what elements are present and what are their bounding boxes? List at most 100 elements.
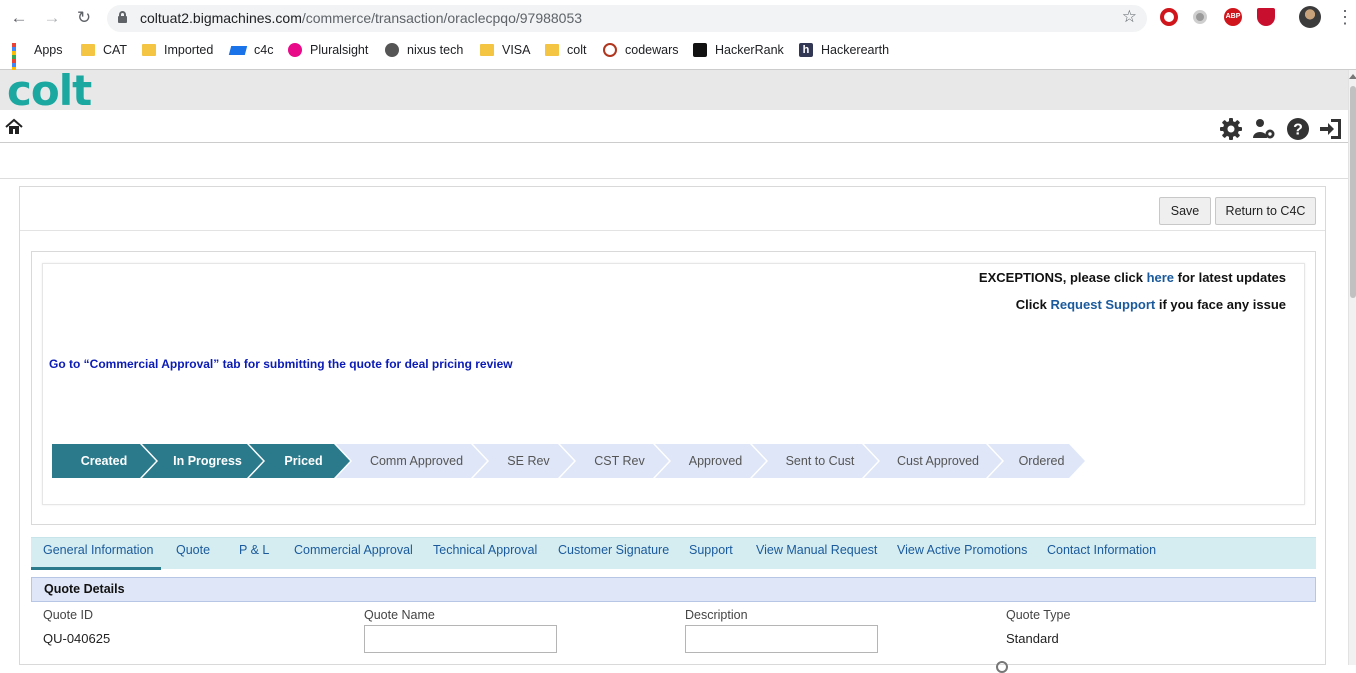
reload-icon[interactable]: ↻ bbox=[73, 7, 95, 29]
adblock-plus-icon[interactable]: ABP bbox=[1224, 8, 1242, 26]
bookmark-label: Imported bbox=[164, 43, 214, 57]
address-bar[interactable]: coltuat2.bigmachines.com/commerce/transa… bbox=[107, 5, 1147, 32]
step-cst-rev: CST Rev bbox=[560, 444, 669, 478]
codewars-icon bbox=[603, 43, 617, 57]
back-arrow-icon[interactable]: ← bbox=[8, 7, 30, 29]
divider bbox=[0, 178, 1348, 179]
quote-name-input[interactable] bbox=[364, 625, 557, 653]
pluralsight-icon bbox=[288, 43, 302, 57]
bookmark-hackerearth[interactable]: h Hackerearth bbox=[799, 41, 889, 59]
notice-container: EXCEPTIONS, please click here for latest… bbox=[31, 251, 1316, 525]
svg-text:?: ? bbox=[1293, 122, 1303, 139]
tab-view-manual-request[interactable]: View Manual Request bbox=[756, 538, 877, 570]
step-in-progress: In Progress bbox=[142, 444, 263, 478]
sap-icon bbox=[228, 45, 248, 55]
bookmark-label: nixus tech bbox=[407, 43, 464, 57]
quote-details-header: Quote Details bbox=[31, 577, 1316, 602]
browser-chrome: ← → ↻ coltuat2.bigmachines.com/commerce/… bbox=[0, 0, 1356, 79]
home-icon[interactable] bbox=[5, 118, 23, 136]
bookmark-codewars[interactable]: codewars bbox=[603, 41, 679, 59]
tab-support[interactable]: Support bbox=[689, 538, 733, 570]
description-label: Description bbox=[685, 608, 748, 622]
bookmark-star-icon[interactable]: ☆ bbox=[1122, 7, 1137, 27]
quote-id-value: QU-040625 bbox=[43, 631, 111, 646]
step-approved: Approved bbox=[655, 444, 766, 478]
step-sent-to-cust: Sent to Cust bbox=[752, 444, 878, 478]
tab-view-active-promotions[interactable]: View Active Promotions bbox=[897, 538, 1027, 570]
tab-customer-signature[interactable]: Customer Signature bbox=[558, 538, 669, 570]
quote-id-label: Quote ID bbox=[43, 608, 94, 622]
page-scrollbar[interactable] bbox=[1348, 70, 1356, 665]
bookmark-hackerrank[interactable]: HackerRank bbox=[693, 41, 784, 59]
tab-general-information[interactable]: General Information bbox=[31, 538, 161, 570]
quote-type-value: Standard bbox=[1006, 631, 1059, 646]
step-cust-approved: Cust Approved bbox=[864, 444, 1002, 478]
tab-commercial-approval[interactable]: Commercial Approval bbox=[294, 538, 413, 570]
quote-type-label: Quote Type bbox=[1006, 608, 1071, 622]
folder-icon bbox=[545, 44, 559, 56]
bookmark-label: Hackerearth bbox=[821, 43, 890, 57]
apps-grid-icon bbox=[12, 43, 26, 79]
notice-box: EXCEPTIONS, please click here for latest… bbox=[42, 263, 1305, 505]
bookmark-visa[interactable]: VISA bbox=[480, 41, 531, 59]
exceptions-here-link[interactable]: here bbox=[1147, 270, 1174, 285]
bookmark-cat[interactable]: CAT bbox=[81, 41, 127, 59]
tab-p-and-l[interactable]: P & L bbox=[239, 538, 269, 570]
bookmark-colt[interactable]: colt bbox=[545, 41, 586, 59]
return-to-c4c-button[interactable]: Return to C4C bbox=[1215, 197, 1316, 225]
folder-icon bbox=[81, 44, 95, 56]
avatar[interactable] bbox=[1299, 6, 1321, 28]
bookmark-label: colt bbox=[567, 43, 587, 57]
scrollbar-thumb[interactable] bbox=[1350, 86, 1356, 298]
help-icon[interactable]: ? bbox=[1286, 117, 1310, 141]
bookmarks-bar: Apps CAT Imported c4c Pluralsight nixus … bbox=[0, 38, 1356, 79]
tab-technical-approval[interactable]: Technical Approval bbox=[433, 538, 537, 570]
scroll-up-icon[interactable] bbox=[1349, 74, 1356, 79]
colt-logo[interactable]: colt bbox=[7, 66, 92, 115]
step-created: Created bbox=[52, 444, 156, 478]
globe-icon bbox=[385, 43, 399, 57]
bookmark-label: CAT bbox=[103, 43, 128, 57]
tab-quote[interactable]: Quote bbox=[176, 538, 210, 570]
url-path: /commerce/transaction/oraclecpqo/9798805… bbox=[301, 10, 583, 26]
progress-steps: Created In Progress Priced Comm Approved… bbox=[52, 444, 1152, 478]
save-button[interactable]: Save bbox=[1159, 197, 1211, 225]
bookmark-label: c4c bbox=[254, 43, 274, 57]
url-host: coltuat2.bigmachines.com bbox=[140, 10, 302, 26]
bookmark-c4c[interactable]: c4c bbox=[228, 41, 274, 59]
step-priced: Priced bbox=[249, 444, 350, 478]
exceptions-suffix-text: for latest updates bbox=[1174, 270, 1286, 285]
transaction-panel: Save Return to C4C EXCEPTIONS, please cl… bbox=[19, 186, 1326, 673]
settings-icon[interactable] bbox=[1219, 117, 1243, 141]
bookmark-label: codewars bbox=[625, 43, 679, 57]
url-text: coltuat2.bigmachines.com/commerce/transa… bbox=[140, 10, 582, 26]
bookmark-apps[interactable]: Apps bbox=[12, 41, 63, 79]
quote-name-label: Quote Name bbox=[364, 608, 435, 622]
bookmark-label: VISA bbox=[502, 43, 531, 57]
exceptions-text: EXCEPTIONS, please click bbox=[978, 270, 1147, 285]
loading-spinner-icon bbox=[996, 661, 1008, 673]
folder-icon bbox=[480, 44, 494, 56]
opera-icon[interactable] bbox=[1160, 8, 1178, 26]
browser-menu-icon[interactable]: ⋮ bbox=[1336, 7, 1354, 27]
user-settings-icon[interactable] bbox=[1252, 117, 1276, 141]
app-toolbar: ? bbox=[0, 110, 1348, 143]
request-support-link[interactable]: Request Support bbox=[1050, 297, 1155, 312]
bookmark-nixus-tech[interactable]: nixus tech bbox=[385, 41, 463, 59]
bookmark-label: Apps bbox=[34, 43, 63, 57]
folder-icon bbox=[142, 44, 156, 56]
mcafee-icon[interactable] bbox=[1257, 8, 1275, 26]
lock-icon bbox=[118, 11, 127, 23]
tab-contact-information[interactable]: Contact Information bbox=[1047, 538, 1156, 570]
logout-icon[interactable] bbox=[1319, 117, 1343, 141]
bookmark-pluralsight[interactable]: Pluralsight bbox=[288, 41, 368, 59]
commercial-approval-instruction: Go to “Commercial Approval” tab for subm… bbox=[49, 357, 513, 371]
step-ordered: Ordered bbox=[988, 444, 1085, 478]
circle-extension-icon[interactable] bbox=[1193, 10, 1207, 24]
forward-arrow-icon[interactable]: → bbox=[41, 7, 63, 29]
description-input[interactable] bbox=[685, 625, 878, 653]
support-text: Click bbox=[1015, 297, 1051, 312]
support-notice: Click Request Support if you face any is… bbox=[1016, 297, 1286, 312]
hackerrank-icon bbox=[693, 43, 707, 57]
bookmark-imported[interactable]: Imported bbox=[142, 41, 213, 59]
